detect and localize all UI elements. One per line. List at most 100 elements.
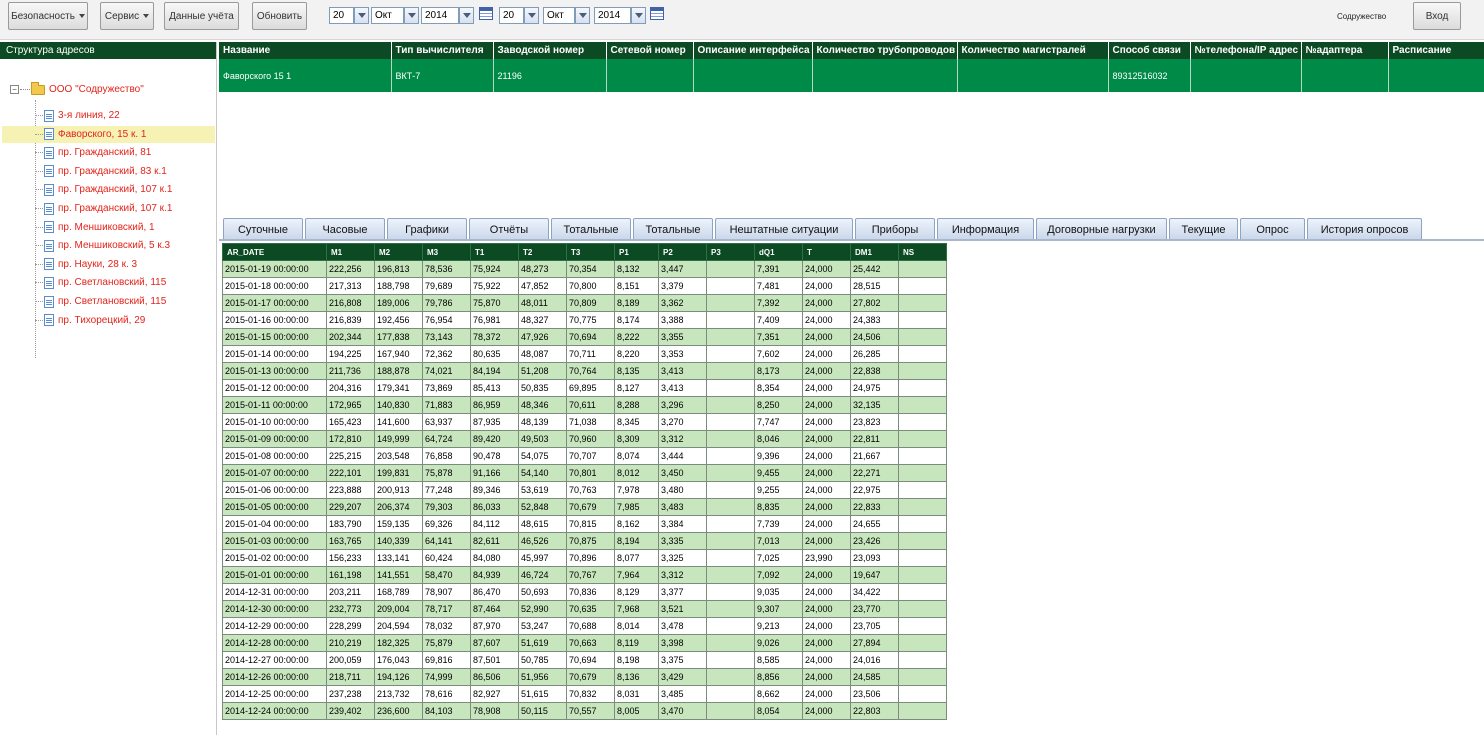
table-row[interactable]: 2015-01-18 00:00:00 217,313 188,798 79,689 7… — [222, 277, 947, 295]
from-day-select[interactable]: 20 — [329, 7, 354, 24]
tree-item[interactable]: пр. Гражданский, 81 — [35, 144, 215, 161]
device-info-column-header[interactable]: Описание интерфейса — [693, 42, 813, 59]
table-row[interactable]: 2014-12-31 00:00:00 203,211 168,789 78,907 8… — [222, 583, 947, 601]
table-row[interactable]: 2015-01-19 00:00:00 222,256 196,813 78,536 7… — [222, 260, 947, 278]
grid-column-header[interactable]: M1 — [326, 243, 375, 261]
grid-column-header[interactable]: P3 — [706, 243, 755, 261]
table-row[interactable]: 2015-01-01 00:00:00 161,198 141,551 58,470 8… — [222, 566, 947, 584]
to-day-select[interactable]: 20 — [499, 7, 524, 24]
table-row[interactable]: 2015-01-05 00:00:00 229,207 206,374 79,303 8… — [222, 498, 947, 516]
table-row[interactable]: 2015-01-11 00:00:00 172,965 140,830 71,883 8… — [222, 396, 947, 414]
to-year-dropdown-arrow[interactable] — [631, 7, 646, 24]
data-grid-container[interactable]: AR_DATE M1 M2 M3 T1 T2 T3 P1 P2 P3 dQ1 T DM1 NS 2015-… — [222, 243, 947, 720]
tree-item[interactable]: пр. Гражданский, 83 к.1 — [35, 163, 215, 180]
table-row[interactable]: 2014-12-25 00:00:00 237,238 213,732 78,616 8… — [222, 685, 947, 703]
table-row[interactable]: 2014-12-27 00:00:00 200,059 176,043 69,816 8… — [222, 651, 947, 669]
table-row[interactable]: 2014-12-28 00:00:00 210,219 182,325 75,879 8… — [222, 634, 947, 652]
tab[interactable]: Графики — [387, 218, 467, 240]
account-data-button[interactable]: Данные учёта — [164, 2, 239, 30]
grid-column-header[interactable]: NS — [898, 243, 947, 261]
tree-item[interactable]: пр. Науки, 28 к. 3 — [35, 256, 215, 273]
grid-column-header[interactable]: DM1 — [850, 243, 899, 261]
tab[interactable]: Нештатные ситуации — [715, 218, 853, 240]
tree-root-node[interactable]: − ООО "Содружество" — [10, 81, 144, 95]
device-info-column-header[interactable]: Сетевой номер — [606, 42, 694, 59]
service-menu-button[interactable]: Сервис — [100, 2, 154, 30]
table-row[interactable]: 2015-01-13 00:00:00 211,736 188,878 74,021 8… — [222, 362, 947, 380]
device-info-column-header[interactable]: Расписание — [1388, 42, 1484, 59]
table-row[interactable]: 2014-12-29 00:00:00 228,299 204,594 78,032 8… — [222, 617, 947, 635]
table-row[interactable]: 2015-01-16 00:00:00 216,839 192,456 76,954 7… — [222, 311, 947, 329]
table-row[interactable]: 2015-01-07 00:00:00 222,101 199,831 75,878 9… — [222, 464, 947, 482]
table-row[interactable]: 2014-12-24 00:00:00 239,402 236,600 84,103 7… — [222, 702, 947, 720]
table-row[interactable]: 2015-01-04 00:00:00 183,790 159,135 69,326 8… — [222, 515, 947, 533]
tree-item[interactable]: пр. Меншиковский, 5 к.3 — [35, 237, 215, 254]
tree-item[interactable]: пр. Меншиковский, 1 — [35, 219, 215, 236]
tree-item[interactable]: пр. Гражданский, 107 к.1 — [35, 200, 215, 217]
tab[interactable]: Информация — [937, 218, 1034, 240]
table-row[interactable]: 2015-01-15 00:00:00 202,344 177,838 73,143 7… — [222, 328, 947, 346]
from-year-dropdown-arrow[interactable] — [459, 7, 474, 24]
tree-item[interactable]: 3-я линия, 22 — [35, 107, 215, 124]
to-year-select[interactable]: 2014 — [594, 7, 631, 24]
grid-column-header[interactable]: dQ1 — [754, 243, 803, 261]
table-row[interactable]: 2014-12-26 00:00:00 218,711 194,126 74,999 8… — [222, 668, 947, 686]
grid-column-header[interactable]: T3 — [566, 243, 615, 261]
tab[interactable]: Тотальные — [633, 218, 713, 240]
grid-column-header[interactable]: M2 — [374, 243, 423, 261]
grid-column-header[interactable]: T1 — [470, 243, 519, 261]
grid-column-header[interactable]: P1 — [614, 243, 659, 261]
tab[interactable]: Суточные — [223, 218, 303, 240]
tab[interactable]: Опрос — [1240, 218, 1305, 240]
refresh-button[interactable]: Обновить — [252, 2, 307, 30]
tab[interactable]: Часовые — [305, 218, 385, 240]
device-info-row[interactable]: Фаворского 15 1 ВКТ-7 21196 89312516032 — [219, 59, 1484, 92]
tree-item[interactable]: пр. Светлановский, 115 — [35, 293, 215, 310]
tab[interactable]: История опросов — [1307, 218, 1422, 240]
tab[interactable]: Тотальные — [551, 218, 631, 240]
device-info-column-header[interactable]: Заводской номер — [493, 42, 607, 59]
tree-item[interactable]: пр. Гражданский, 107 к.1 — [35, 181, 215, 198]
security-menu-button[interactable]: Безопасность — [8, 2, 88, 30]
collapse-icon[interactable]: − — [10, 85, 19, 94]
tree-item[interactable]: пр. Светлановский, 115 — [35, 274, 215, 291]
from-year-select[interactable]: 2014 — [421, 7, 459, 24]
tab[interactable]: Отчёты — [469, 218, 549, 240]
grid-column-header[interactable]: T — [802, 243, 851, 261]
table-row[interactable]: 2015-01-09 00:00:00 172,810 149,999 64,724 8… — [222, 430, 947, 448]
table-row[interactable]: 2015-01-10 00:00:00 165,423 141,600 63,937 8… — [222, 413, 947, 431]
device-info-column-header[interactable]: Количество трубопроводов — [812, 42, 958, 59]
to-month-select[interactable]: Окт — [543, 7, 575, 24]
from-calendar-icon[interactable] — [479, 7, 493, 20]
login-button[interactable]: Вход — [1413, 2, 1461, 30]
from-day-dropdown-arrow[interactable] — [354, 7, 369, 24]
table-row[interactable]: 2015-01-17 00:00:00 216,808 189,006 79,786 7… — [222, 294, 947, 312]
device-info-column-header[interactable]: Тип вычислителя — [391, 42, 494, 59]
table-row[interactable]: 2015-01-14 00:00:00 194,225 167,940 72,362 8… — [222, 345, 947, 363]
table-row[interactable]: 2014-12-30 00:00:00 232,773 209,004 78,717 8… — [222, 600, 947, 618]
grid-column-header[interactable]: M3 — [422, 243, 471, 261]
to-month-dropdown-arrow[interactable] — [575, 7, 590, 24]
grid-column-header[interactable]: T2 — [518, 243, 567, 261]
tree-item[interactable]: Фаворского, 15 к. 1 — [2, 125, 215, 143]
grid-column-header[interactable]: P2 — [658, 243, 707, 261]
tab[interactable]: Приборы — [855, 218, 935, 240]
to-calendar-icon[interactable] — [650, 7, 664, 20]
table-row[interactable]: 2015-01-03 00:00:00 163,765 140,339 64,141 8… — [222, 532, 947, 550]
tab[interactable]: Договорные нагрузки — [1036, 218, 1167, 240]
table-row[interactable]: 2015-01-12 00:00:00 204,316 179,341 73,869 8… — [222, 379, 947, 397]
from-month-select[interactable]: Окт — [371, 7, 404, 24]
table-row[interactable]: 2015-01-06 00:00:00 223,888 200,913 77,248 8… — [222, 481, 947, 499]
grid-column-header[interactable]: AR_DATE — [222, 243, 327, 261]
tree-item[interactable]: пр. Тихорецкий, 29 — [35, 312, 215, 329]
device-info-column-header[interactable]: Название — [219, 42, 392, 59]
device-info-column-header[interactable]: №телефона/IP адрес — [1190, 42, 1302, 59]
tab[interactable]: Текущие — [1169, 218, 1238, 240]
device-info-column-header[interactable]: №адаптера — [1301, 42, 1389, 59]
device-info-column-header[interactable]: Количество магистралей — [957, 42, 1109, 59]
table-row[interactable]: 2015-01-02 00:00:00 156,233 133,141 60,424 8… — [222, 549, 947, 567]
device-info-column-header[interactable]: Способ связи — [1108, 42, 1191, 59]
table-row[interactable]: 2015-01-08 00:00:00 225,215 203,548 76,858 9… — [222, 447, 947, 465]
from-month-dropdown-arrow[interactable] — [404, 7, 419, 24]
to-day-dropdown-arrow[interactable] — [524, 7, 539, 24]
